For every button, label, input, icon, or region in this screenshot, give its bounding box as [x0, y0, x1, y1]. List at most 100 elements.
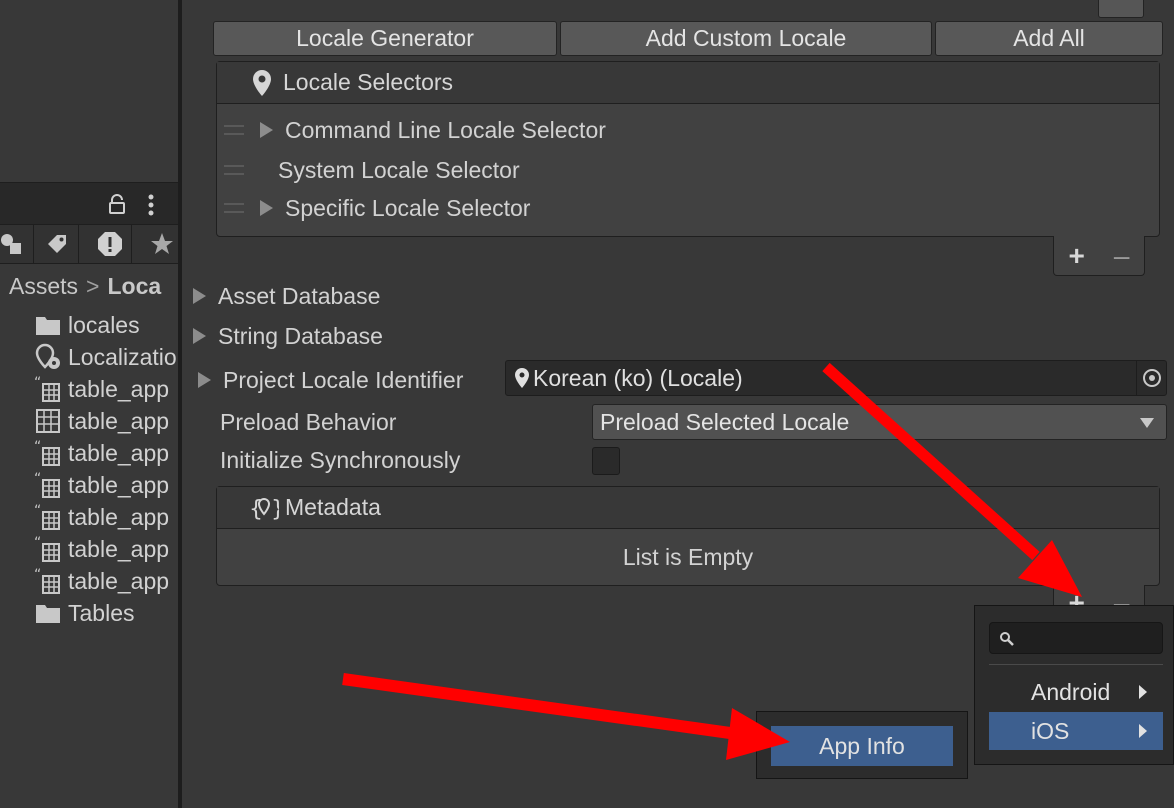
svg-text:“: “ [34, 503, 41, 519]
menu-item-label: App Info [819, 732, 905, 759]
warning-icon[interactable] [88, 225, 132, 263]
locale-selector-row[interactable]: System Locale Selector [224, 154, 1154, 186]
drag-handle-icon[interactable] [224, 203, 244, 213]
object-picker-icon[interactable] [1136, 361, 1166, 395]
metadata-empty-text: List is Empty [622, 543, 754, 570]
asset-database-foldout[interactable]: Asset Database [193, 280, 380, 312]
project-item-label: locales [68, 311, 140, 338]
location-pin-icon [251, 69, 273, 97]
shapes-icon[interactable] [0, 225, 34, 263]
project-item[interactable]: “ table_app [34, 533, 180, 565]
search-icon [999, 631, 1015, 652]
project-item-label: table_app [68, 407, 170, 434]
lock-icon[interactable] [106, 193, 128, 215]
string-table-icon: “ [34, 439, 62, 467]
project-item[interactable]: “ table_app [34, 501, 180, 533]
project-locale-value: Korean (ko) (Locale) [533, 364, 743, 391]
remove-selector-button[interactable]: – [1114, 240, 1130, 272]
expand-arrow-icon [193, 328, 206, 344]
project-item[interactable]: Localizatio [34, 341, 180, 373]
project-item-label: Tables [68, 599, 135, 626]
menu-item-android[interactable]: Android [989, 674, 1163, 710]
menu-item-app-info[interactable]: App Info [771, 726, 953, 766]
initialize-synchronously-checkbox[interactable] [592, 447, 620, 475]
add-selector-button[interactable]: + [1069, 240, 1085, 272]
breadcrumb-current[interactable]: Loca [107, 273, 161, 300]
project-panel-header [0, 182, 180, 224]
string-table-icon: “ [34, 375, 62, 403]
svg-text:“: “ [34, 375, 41, 391]
breadcrumb: Assets > Loca [0, 266, 180, 306]
string-table-icon: “ [34, 503, 62, 531]
initialize-synchronously-label: Initialize Synchronously [220, 447, 461, 473]
add-custom-locale-button[interactable]: Add Custom Locale [560, 21, 932, 56]
menu-item-label: Android [1031, 678, 1111, 705]
folder-icon [34, 599, 62, 627]
expand-arrow-icon[interactable] [260, 200, 273, 216]
locale-selector-label: System Locale Selector [278, 156, 520, 183]
project-item-label: table_app [68, 439, 170, 466]
toolbar-button-stub[interactable] [1098, 0, 1144, 18]
project-item[interactable]: “ table_app [34, 373, 180, 405]
locale-selectors-header: Locale Selectors [217, 62, 1159, 104]
project-locale-field[interactable]: Korean (ko) (Locale) [505, 360, 1167, 396]
metadata-list: {} Metadata List is Empty [216, 486, 1160, 586]
project-item[interactable]: Tables [34, 597, 180, 629]
string-database-foldout[interactable]: String Database [193, 320, 383, 352]
metadata-header: {} Metadata [217, 487, 1159, 529]
tag-icon[interactable] [35, 225, 79, 263]
project-item[interactable]: table_app [34, 405, 180, 437]
project-item[interactable]: “ table_app [34, 565, 180, 597]
folder-icon [34, 311, 62, 339]
menu-search-input[interactable] [989, 622, 1163, 654]
localization-settings-icon [34, 343, 62, 371]
string-database-label: String Database [218, 322, 383, 349]
svg-text:“: “ [34, 535, 41, 551]
submenu-arrow-icon [1139, 724, 1147, 738]
breadcrumb-separator: > [86, 272, 100, 299]
add-metadata-menu: Android iOS [974, 605, 1174, 765]
svg-text:“: “ [34, 471, 41, 487]
project-item[interactable]: “ table_app [34, 469, 180, 501]
locale-selector-row[interactable]: Specific Locale Selector [224, 192, 1154, 224]
preload-behavior-dropdown[interactable]: Preload Selected Locale [592, 404, 1167, 440]
project-locale-foldout[interactable]: Project Locale Identifier [198, 364, 463, 396]
add-all-button[interactable]: Add All [935, 21, 1163, 56]
drag-handle-icon[interactable] [224, 165, 244, 175]
chevron-down-icon [1140, 418, 1154, 428]
svg-text:“: “ [34, 567, 41, 583]
metadata-icon: {} [249, 494, 285, 522]
more-options-icon[interactable] [146, 193, 156, 217]
location-pin-icon [514, 367, 530, 389]
locale-selector-row[interactable]: Command Line Locale Selector [224, 114, 1154, 146]
menu-divider [989, 664, 1163, 665]
expand-arrow-icon [193, 288, 206, 304]
project-item-label: table_app [68, 503, 170, 530]
table-icon [34, 407, 62, 435]
expand-arrow-icon [198, 372, 211, 388]
drag-handle-icon[interactable] [224, 125, 244, 135]
string-table-icon: “ [34, 471, 62, 499]
locale-generator-button[interactable]: Locale Generator [213, 21, 557, 56]
project-item-label: table_app [68, 471, 170, 498]
string-table-icon: “ [34, 535, 62, 563]
project-item[interactable]: “ table_app [34, 437, 180, 469]
project-item-label: table_app [68, 535, 170, 562]
asset-database-label: Asset Database [218, 282, 381, 309]
locale-selector-label: Command Line Locale Selector [285, 116, 606, 143]
project-item[interactable]: locales [34, 309, 180, 341]
menu-item-label: iOS [1031, 717, 1070, 744]
project-item-label: table_app [68, 567, 170, 594]
locale-selectors-title: Locale Selectors [283, 69, 454, 95]
expand-arrow-icon[interactable] [260, 122, 273, 138]
locale-selector-label: Specific Locale Selector [285, 194, 531, 221]
project-item-label: table_app [68, 375, 170, 402]
preload-behavior-value: Preload Selected Locale [600, 408, 850, 435]
submenu-arrow-icon [1139, 685, 1147, 699]
string-table-icon: “ [34, 567, 62, 595]
preload-behavior-label: Preload Behavior [220, 409, 397, 435]
breadcrumb-assets[interactable]: Assets [9, 273, 78, 300]
metadata-title: Metadata [285, 494, 381, 520]
project-filter-tabs [0, 224, 180, 264]
menu-item-ios[interactable]: iOS [989, 712, 1163, 750]
